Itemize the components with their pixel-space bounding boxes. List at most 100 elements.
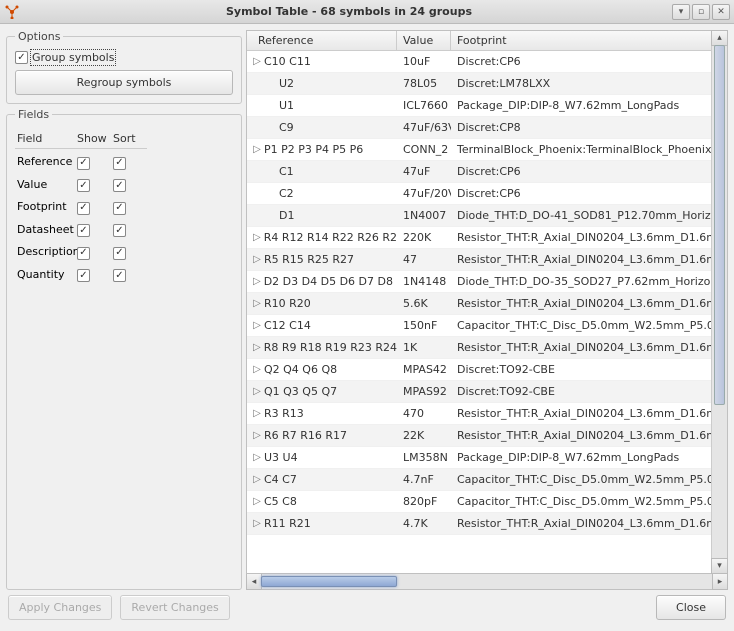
field-sort-checkbox[interactable]	[113, 157, 126, 170]
cell-value: 10uF	[397, 53, 451, 70]
table-row[interactable]: ▷Q1 Q3 Q5 Q7MPAS92Discret:TO92-CBE	[247, 381, 711, 403]
field-show-checkbox[interactable]	[77, 157, 90, 170]
cell-value: MPAS92	[397, 383, 451, 400]
cell-reference: C1	[279, 165, 294, 178]
column-header-footprint[interactable]: Footprint	[451, 31, 711, 50]
apply-changes-button[interactable]: Apply Changes	[8, 595, 112, 620]
expand-icon[interactable]: ▷	[253, 408, 261, 419]
maximize-button[interactable]: ▫	[692, 4, 710, 20]
table-row[interactable]: ▷R5 R15 R25 R2747Resistor_THT:R_Axial_DI…	[247, 249, 711, 271]
table-row[interactable]: C247uF/20VDiscret:CP6	[247, 183, 711, 205]
cell-footprint: Diode_THT:D_DO-41_SOD81_P12.70mm_Horizon…	[451, 207, 711, 224]
expand-icon[interactable]: ▷	[253, 518, 261, 529]
table-row[interactable]: C147uFDiscret:CP6	[247, 161, 711, 183]
expand-icon[interactable]: ▷	[253, 364, 261, 375]
cell-reference: R6 R7 R16 R17	[264, 429, 347, 442]
expand-icon[interactable]: ▷	[253, 56, 261, 67]
table-row[interactable]: C947uF/63VDiscret:CP8	[247, 117, 711, 139]
field-show-checkbox[interactable]	[77, 202, 90, 215]
options-legend: Options	[15, 30, 63, 43]
expand-icon[interactable]: ▷	[253, 452, 261, 463]
field-row-label: Description	[15, 243, 75, 262]
field-row-label: Reference	[15, 153, 75, 172]
field-show-checkbox[interactable]	[77, 247, 90, 260]
scroll-thumb[interactable]	[714, 45, 725, 405]
group-symbols-checkbox[interactable]	[15, 51, 28, 64]
expand-icon[interactable]: ▷	[253, 430, 261, 441]
field-row-label: Quantity	[15, 266, 75, 285]
scroll-left-button[interactable]: ◂	[246, 573, 262, 590]
field-sort-checkbox[interactable]	[113, 247, 126, 260]
column-header-reference[interactable]: Reference	[247, 31, 397, 50]
table-row[interactable]: ▷C5 C8820pFCapacitor_THT:C_Disc_D5.0mm_W…	[247, 491, 711, 513]
cell-value: MPAS42	[397, 361, 451, 378]
expand-icon[interactable]: ▷	[253, 144, 261, 155]
field-sort-checkbox[interactable]	[113, 224, 126, 237]
cell-value: 47uF/20V	[397, 185, 451, 202]
column-header-value[interactable]: Value	[397, 31, 451, 50]
table-row[interactable]: U278L05Discret:LM78LXX	[247, 73, 711, 95]
table-row[interactable]: U1ICL7660Package_DIP:DIP-8_W7.62mm_LongP…	[247, 95, 711, 117]
expand-icon[interactable]: ▷	[253, 386, 261, 397]
scroll-up-button[interactable]: ▴	[711, 30, 728, 46]
cell-value: 1N4148	[397, 273, 451, 290]
expand-icon[interactable]: ▷	[253, 320, 261, 331]
cell-value: ICL7660	[397, 97, 451, 114]
field-show-checkbox[interactable]	[77, 269, 90, 282]
expand-icon[interactable]: ▷	[253, 276, 261, 287]
cell-footprint: Capacitor_THT:C_Disc_D5.0mm_W2.5mm_P5.00…	[451, 471, 711, 488]
expand-icon[interactable]: ▷	[253, 496, 261, 507]
field-show-checkbox[interactable]	[77, 179, 90, 192]
cell-value: 470	[397, 405, 451, 422]
horizontal-scrollbar[interactable]: ◂ ▸	[246, 574, 728, 590]
cell-value: 22K	[397, 427, 451, 444]
cell-footprint: Discret:TO92-CBE	[451, 383, 711, 400]
table-row[interactable]: ▷R3 R13470Resistor_THT:R_Axial_DIN0204_L…	[247, 403, 711, 425]
expand-icon[interactable]: ▷	[253, 254, 261, 265]
scroll-right-button[interactable]: ▸	[712, 573, 728, 590]
expand-icon[interactable]: ▷	[253, 232, 261, 243]
table-row[interactable]: ▷U3 U4LM358NPackage_DIP:DIP-8_W7.62mm_Lo…	[247, 447, 711, 469]
fields-header-field: Field	[15, 129, 75, 149]
table-row[interactable]: D11N4007Diode_THT:D_DO-41_SOD81_P12.70mm…	[247, 205, 711, 227]
cell-reference: C12 C14	[264, 319, 311, 332]
cell-footprint: TerminalBlock_Phoenix:TerminalBlock_Phoe…	[451, 141, 711, 158]
close-button[interactable]: Close	[656, 595, 726, 620]
cell-footprint: Discret:CP8	[451, 119, 711, 136]
table-row[interactable]: ▷C4 C74.7nFCapacitor_THT:C_Disc_D5.0mm_W…	[247, 469, 711, 491]
cell-footprint: Resistor_THT:R_Axial_DIN0204_L3.6mm_D1.6…	[451, 229, 711, 246]
hscroll-thumb[interactable]	[261, 576, 397, 587]
revert-changes-button[interactable]: Revert Changes	[120, 595, 229, 620]
field-sort-checkbox[interactable]	[113, 269, 126, 282]
cell-value: LM358N	[397, 449, 451, 466]
close-window-button[interactable]: ✕	[712, 4, 730, 20]
cell-value: 47uF/63V	[397, 119, 451, 136]
table-row[interactable]: ▷R10 R205.6KResistor_THT:R_Axial_DIN0204…	[247, 293, 711, 315]
cell-reference: R4 R12 R14 R22 R26 R28	[264, 231, 397, 244]
expand-icon[interactable]: ▷	[253, 298, 261, 309]
dialog-footer: Apply Changes Revert Changes Close	[0, 590, 734, 624]
expand-icon[interactable]: ▷	[253, 342, 261, 353]
table-row[interactable]: ▷R4 R12 R14 R22 R26 R28220KResistor_THT:…	[247, 227, 711, 249]
table-row[interactable]: ▷C12 C14150nFCapacitor_THT:C_Disc_D5.0mm…	[247, 315, 711, 337]
field-sort-checkbox[interactable]	[113, 179, 126, 192]
table-row[interactable]: ▷D2 D3 D4 D5 D6 D7 D8 D91N4148Diode_THT:…	[247, 271, 711, 293]
minimize-button[interactable]: ▾	[672, 4, 690, 20]
cell-reference: R3 R13	[264, 407, 304, 420]
field-show-checkbox[interactable]	[77, 224, 90, 237]
table-row[interactable]: ▷R8 R9 R18 R19 R23 R241KResistor_THT:R_A…	[247, 337, 711, 359]
scroll-down-button[interactable]: ▾	[711, 558, 728, 574]
field-sort-checkbox[interactable]	[113, 202, 126, 215]
regroup-symbols-button[interactable]: Regroup symbols	[15, 70, 233, 95]
cell-footprint: Resistor_THT:R_Axial_DIN0204_L3.6mm_D1.6…	[451, 339, 711, 356]
cell-value: 220K	[397, 229, 451, 246]
cell-value: CONN_2	[397, 141, 451, 158]
vertical-scrollbar[interactable]: ▴ ▾	[711, 31, 727, 573]
table-row[interactable]: ▷C10 C1110uFDiscret:CP6	[247, 51, 711, 73]
table-row[interactable]: ▷Q2 Q4 Q6 Q8MPAS42Discret:TO92-CBE	[247, 359, 711, 381]
table-row[interactable]: ▷R6 R7 R16 R1722KResistor_THT:R_Axial_DI…	[247, 425, 711, 447]
table-row[interactable]: ▷P1 P2 P3 P4 P5 P6CONN_2TerminalBlock_Ph…	[247, 139, 711, 161]
options-group: Options Group symbols Regroup symbols	[6, 30, 242, 104]
table-row[interactable]: ▷R11 R214.7KResistor_THT:R_Axial_DIN0204…	[247, 513, 711, 535]
expand-icon[interactable]: ▷	[253, 474, 261, 485]
